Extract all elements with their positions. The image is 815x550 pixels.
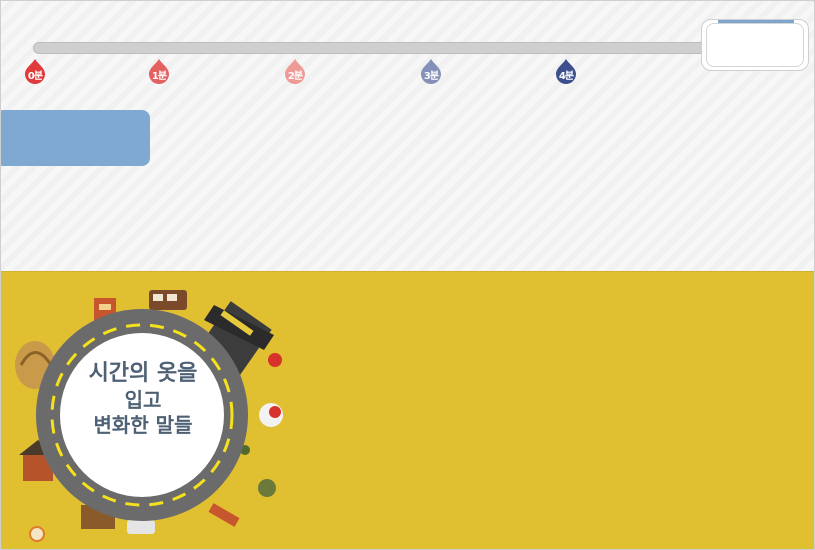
timeline-progress-bar[interactable]: [33, 42, 723, 54]
time-marker-4[interactable]: 4분: [555, 59, 577, 85]
video-box-inner: [706, 23, 804, 67]
time-marker-2[interactable]: 2분: [284, 59, 306, 85]
title-line-1: 시간의 옷을: [88, 361, 198, 386]
time-marker-label: 3분: [423, 71, 439, 82]
title-panel: 시간의 옷을 입고 변화한 말들: [1, 271, 814, 549]
app-frame: 0분 1분 2분 3분 4분 시간의 옷을 입고 변화한 말들: [0, 0, 815, 550]
time-marker-label: 2분: [287, 71, 303, 82]
side-tab-button[interactable]: [1, 110, 150, 166]
time-marker-label: 4분: [558, 71, 574, 82]
page-title: 시간의 옷을 입고 변화한 말들: [53, 360, 233, 438]
time-marker-0[interactable]: 0분: [24, 59, 46, 85]
title-line-2: 입고: [124, 387, 162, 412]
video-thumbnail-box[interactable]: [701, 19, 809, 71]
title-line-3: 변화한 말들: [93, 412, 193, 437]
time-marker-label: 1분: [151, 71, 167, 82]
time-marker-1[interactable]: 1분: [148, 59, 170, 85]
time-marker-label: 0분: [27, 71, 43, 82]
time-marker-3[interactable]: 3분: [420, 59, 442, 85]
